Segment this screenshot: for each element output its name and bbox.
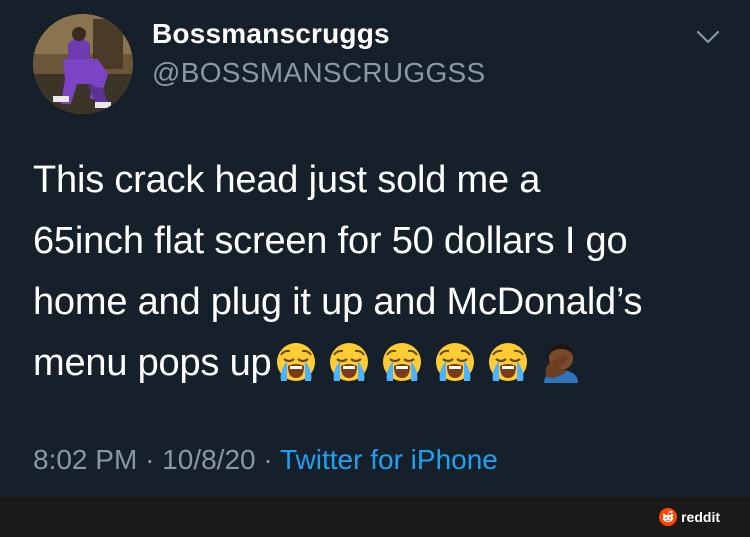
tweet-text-line: 65inch flat screen for 50 dollars I go bbox=[33, 220, 628, 262]
loudly-crying-face-icon bbox=[489, 343, 528, 381]
loudly-crying-face-icon bbox=[330, 343, 369, 381]
reddit-watermark[interactable]: reddit bbox=[659, 508, 720, 526]
tweet-date[interactable]: 10/8/20 bbox=[162, 444, 255, 475]
username-handle[interactable]: @BOSSMANSCRUGGSS bbox=[152, 57, 486, 89]
tweet-text-line-with-emojis: menu pops up bbox=[33, 333, 733, 394]
tweet-text-fragment: menu pops up bbox=[33, 342, 272, 384]
tweet-text: This crack head just sold me a 65inch fl… bbox=[33, 150, 733, 394]
tweet-time[interactable]: 8:02 PM bbox=[33, 444, 137, 475]
tweet-text-line: This crack head just sold me a bbox=[33, 159, 541, 201]
loudly-crying-face-icon bbox=[436, 343, 475, 381]
separator-dot: · bbox=[145, 444, 155, 475]
tweet-source-link[interactable]: Twitter for iPhone bbox=[280, 444, 498, 475]
tweet-metadata: 8:02 PM · 10/8/20 · Twitter for iPhone bbox=[33, 444, 498, 476]
tweet-text-line: home and plug it up and McDonald’s bbox=[33, 281, 643, 323]
separator-dot: · bbox=[263, 444, 273, 475]
footer-bar: reddit bbox=[0, 497, 750, 537]
avatar[interactable] bbox=[33, 14, 133, 114]
loudly-crying-face-icon bbox=[383, 343, 422, 381]
chevron-down-icon[interactable] bbox=[695, 28, 721, 46]
loudly-crying-face-icon bbox=[277, 343, 316, 381]
tweet-card: Bossmanscruggs @BOSSMANSCRUGGSS This cra… bbox=[0, 0, 750, 497]
reddit-logo-icon bbox=[659, 508, 678, 526]
reddit-label: reddit bbox=[681, 509, 720, 525]
man-facepalming-icon bbox=[544, 344, 579, 383]
display-name[interactable]: Bossmanscruggs bbox=[152, 18, 390, 50]
